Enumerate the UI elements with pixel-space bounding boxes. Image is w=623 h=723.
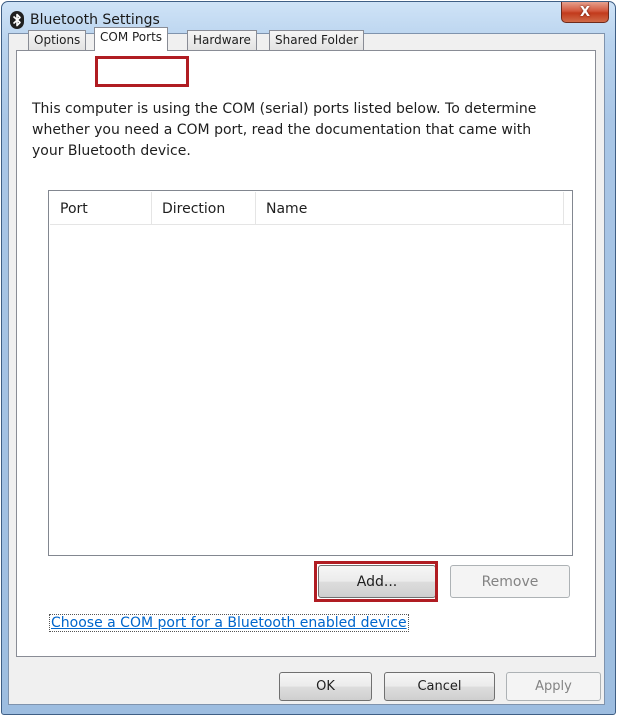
- close-button[interactable]: X: [561, 2, 609, 23]
- column-header-label: Direction: [162, 201, 226, 217]
- add-button[interactable]: Add...: [318, 565, 436, 598]
- tab-com-ports[interactable]: COM Ports: [94, 27, 169, 51]
- column-header-label: Name: [266, 201, 308, 217]
- column-header-port[interactable]: Port: [50, 192, 152, 224]
- button-label: Remove: [481, 573, 539, 590]
- column-header-label: Port: [60, 201, 88, 217]
- bluetooth-icon: [10, 11, 24, 29]
- button-label: Apply: [535, 679, 572, 694]
- tab-label: Shared Folder: [275, 33, 359, 47]
- column-header-direction[interactable]: Direction: [152, 192, 256, 224]
- apply-button[interactable]: Apply: [506, 672, 601, 701]
- ok-button[interactable]: OK: [279, 672, 372, 701]
- window-title: Bluetooth Settings: [30, 12, 160, 28]
- tab-options[interactable]: Options: [28, 30, 87, 50]
- button-label: Add...: [356, 573, 398, 590]
- description-text: This computer is using the COM (serial) …: [32, 101, 537, 159]
- tab-label: Hardware: [193, 33, 251, 47]
- button-label: OK: [316, 679, 335, 694]
- choose-com-port-link[interactable]: Choose a COM port for a Bluetooth enable…: [49, 614, 409, 632]
- tab-label: COM Ports: [100, 30, 163, 44]
- column-header-name[interactable]: Name: [256, 192, 564, 224]
- remove-button[interactable]: Remove: [450, 565, 570, 598]
- header-divider: [50, 224, 571, 225]
- com-ports-list[interactable]: Port Direction Name: [48, 190, 573, 556]
- tab-shared-folder[interactable]: Shared Folder: [269, 30, 365, 50]
- close-icon: X: [579, 4, 591, 20]
- cancel-button[interactable]: Cancel: [384, 672, 495, 701]
- tab-hardware[interactable]: Hardware: [187, 30, 257, 50]
- tab-label: Options: [34, 33, 81, 47]
- button-label: Cancel: [417, 679, 462, 694]
